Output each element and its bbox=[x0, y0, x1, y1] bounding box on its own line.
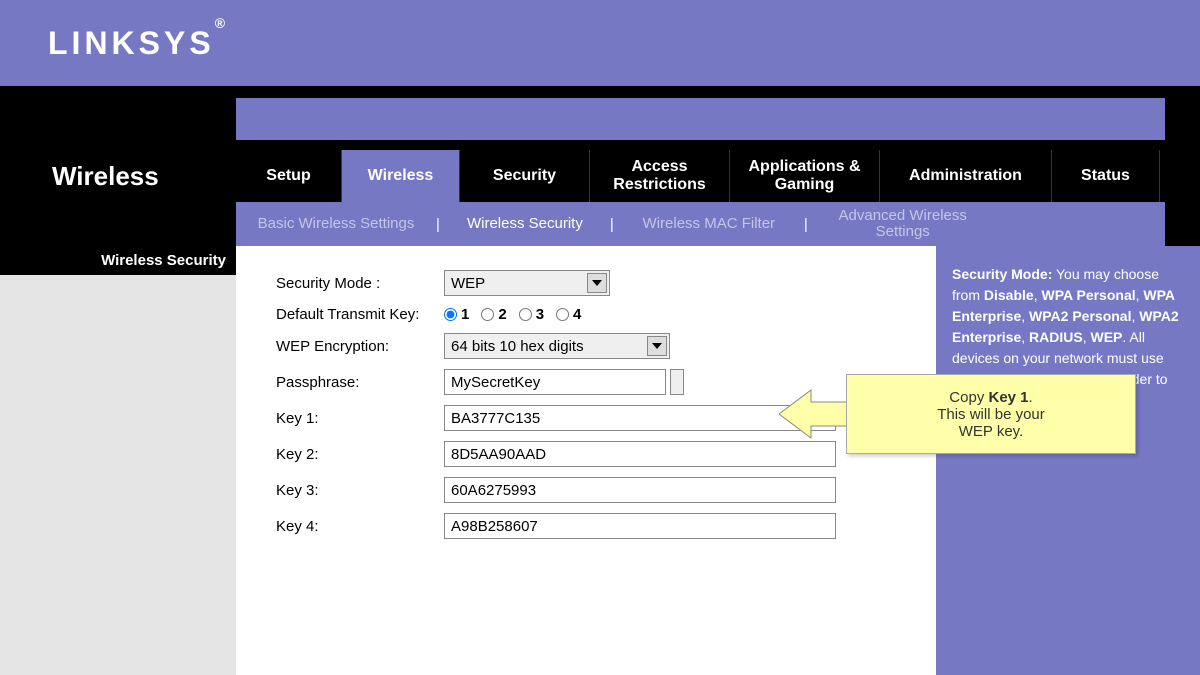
main-tabs: Setup Wireless Security Access Restricti… bbox=[236, 150, 1200, 202]
key4-label: Key 4: bbox=[276, 518, 444, 535]
subtab-mac-filter[interactable]: Wireless MAC Filter bbox=[614, 216, 804, 233]
tx-key-1[interactable]: 1 bbox=[444, 306, 469, 323]
tab-administration[interactable]: Administration bbox=[880, 150, 1052, 202]
callout-tooltip: Copy Key 1. This will be your WEP key. bbox=[846, 374, 1136, 454]
tx-key-2[interactable]: 2 bbox=[481, 306, 506, 323]
default-tx-label: Default Transmit Key: bbox=[276, 306, 444, 323]
security-mode-value: WEP bbox=[451, 275, 485, 292]
tx-key-3[interactable]: 3 bbox=[519, 306, 544, 323]
brand-logo: LINKSYS® bbox=[48, 25, 229, 62]
tab-wireless[interactable]: Wireless bbox=[342, 150, 460, 202]
sub-tabs: Basic Wireless Settings | Wireless Secur… bbox=[236, 202, 1165, 246]
tx-radio-3[interactable] bbox=[519, 308, 532, 321]
tab-access-restrictions[interactable]: Access Restrictions bbox=[590, 150, 730, 202]
passphrase-label: Passphrase: bbox=[276, 374, 444, 391]
row-wep-encryption: WEP Encryption: 64 bits 10 hex digits bbox=[276, 333, 896, 359]
key2-input[interactable] bbox=[444, 441, 836, 467]
chevron-down-icon bbox=[647, 336, 667, 356]
page-heading: Wireless Security bbox=[0, 246, 236, 275]
row-key4: Key 4: bbox=[276, 513, 896, 539]
wep-encryption-select[interactable]: 64 bits 10 hex digits bbox=[444, 333, 670, 359]
generate-button[interactable] bbox=[670, 369, 684, 395]
security-mode-label: Security Mode : bbox=[276, 275, 444, 292]
key4-input[interactable] bbox=[444, 513, 836, 539]
header: LINKSYS® bbox=[0, 0, 1200, 86]
tx-key-radio-group: 1 2 3 4 bbox=[444, 306, 581, 323]
passphrase-input[interactable] bbox=[444, 369, 666, 395]
main-panel: Security Mode : WEP Default Transmit Key… bbox=[236, 246, 936, 675]
wep-enc-value: 64 bits 10 hex digits bbox=[451, 338, 584, 355]
chevron-down-icon bbox=[587, 273, 607, 293]
row-key3: Key 3: bbox=[276, 477, 896, 503]
content-row: Wireless Security Security Mode : WEP De… bbox=[0, 246, 1200, 675]
subtab-advanced-wireless[interactable]: Advanced Wireless Settings bbox=[808, 208, 998, 241]
subtab-basic-wireless[interactable]: Basic Wireless Settings bbox=[236, 216, 436, 233]
tab-security[interactable]: Security bbox=[460, 150, 590, 202]
tab-applications-gaming[interactable]: Applications & Gaming bbox=[730, 150, 880, 202]
section-title: Wireless bbox=[52, 161, 159, 192]
tab-setup[interactable]: Setup bbox=[236, 150, 342, 202]
tx-radio-2[interactable] bbox=[481, 308, 494, 321]
row-default-tx-key: Default Transmit Key: 1 2 3 4 bbox=[276, 306, 896, 323]
tx-key-4[interactable]: 4 bbox=[556, 306, 581, 323]
key1-label: Key 1: bbox=[276, 410, 444, 427]
help-panel: Security Mode: You may choose from Disab… bbox=[936, 246, 1200, 675]
wep-enc-label: WEP Encryption: bbox=[276, 338, 444, 355]
row-security-mode: Security Mode : WEP bbox=[276, 270, 896, 296]
tx-radio-4[interactable] bbox=[556, 308, 569, 321]
callout-line2: This will be your bbox=[937, 406, 1045, 423]
callout-line1: Copy Key 1. bbox=[949, 389, 1032, 406]
key1-input[interactable] bbox=[444, 405, 836, 431]
subtab-wireless-security[interactable]: Wireless Security bbox=[440, 216, 610, 233]
arrow-left-icon bbox=[779, 386, 849, 442]
tab-status[interactable]: Status bbox=[1052, 150, 1160, 202]
row-key2: Key 2: bbox=[276, 441, 896, 467]
callout-line3: WEP key. bbox=[959, 423, 1023, 440]
security-mode-select[interactable]: WEP bbox=[444, 270, 610, 296]
nav-area: Wireless Setup Wireless Security Access … bbox=[0, 86, 1200, 246]
decorative-strip bbox=[236, 98, 1165, 140]
tx-radio-1[interactable] bbox=[444, 308, 457, 321]
registered-icon: ® bbox=[215, 15, 229, 31]
key2-label: Key 2: bbox=[276, 446, 444, 463]
key3-input[interactable] bbox=[444, 477, 836, 503]
left-sidebar: Wireless Security bbox=[0, 246, 236, 675]
key3-label: Key 3: bbox=[276, 482, 444, 499]
